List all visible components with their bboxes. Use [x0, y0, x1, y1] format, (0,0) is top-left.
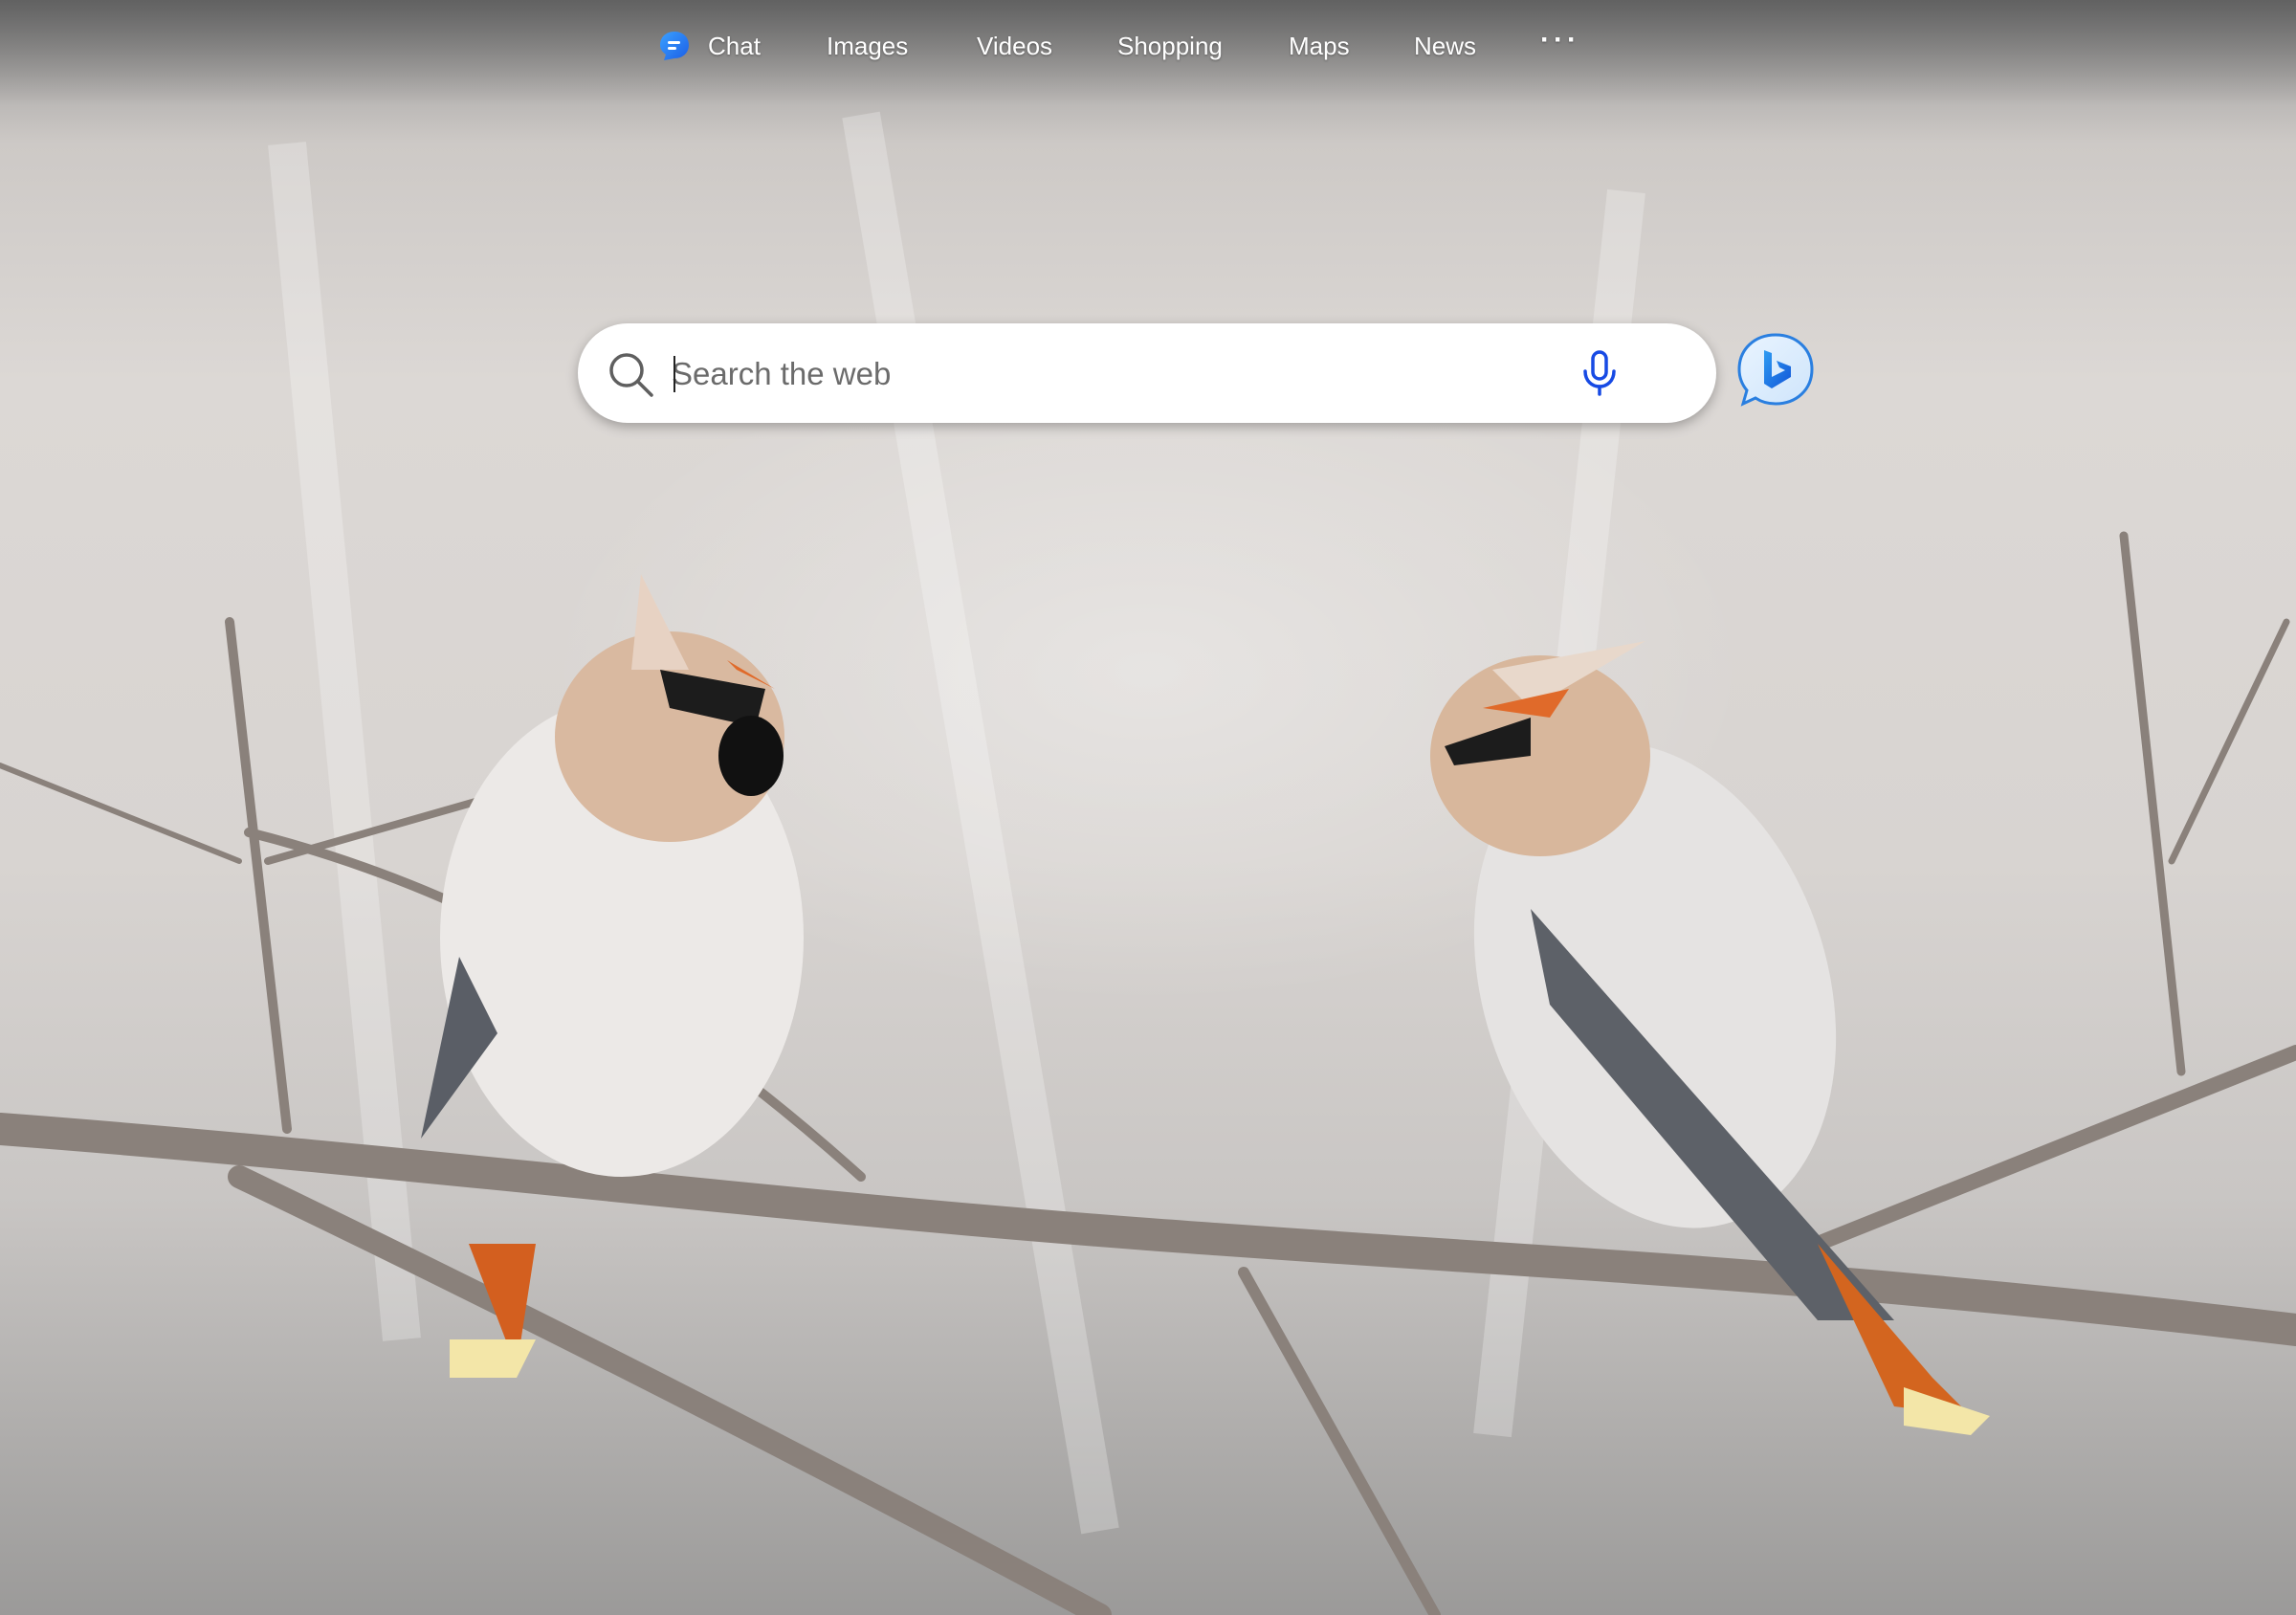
search-box	[578, 323, 1716, 423]
nav-chat-label: Chat	[708, 32, 761, 60]
background-photo-waxwings	[0, 0, 2296, 1615]
nav-maps[interactable]: Maps	[1289, 23, 1350, 69]
nav-news[interactable]: News	[1414, 23, 1476, 69]
text-caret	[673, 356, 675, 392]
search-icon	[607, 350, 656, 400]
microphone-icon[interactable]	[1573, 346, 1626, 400]
chat-bubble-icon	[658, 30, 691, 62]
copilot-button[interactable]	[1735, 331, 1816, 411]
search-input[interactable]	[670, 346, 1534, 402]
nav-shopping[interactable]: Shopping	[1117, 23, 1223, 69]
nav-videos[interactable]: Videos	[977, 23, 1052, 69]
bing-copilot-icon	[1737, 333, 1814, 407]
left-bird-shape	[421, 574, 804, 1378]
more-menu-button[interactable]: ···	[1540, 17, 1580, 63]
nav-images[interactable]: Images	[827, 23, 908, 69]
top-navigation: Chat Images Videos Shopping Maps News ··…	[0, 23, 2296, 71]
nav-chat[interactable]: Chat	[658, 23, 761, 69]
